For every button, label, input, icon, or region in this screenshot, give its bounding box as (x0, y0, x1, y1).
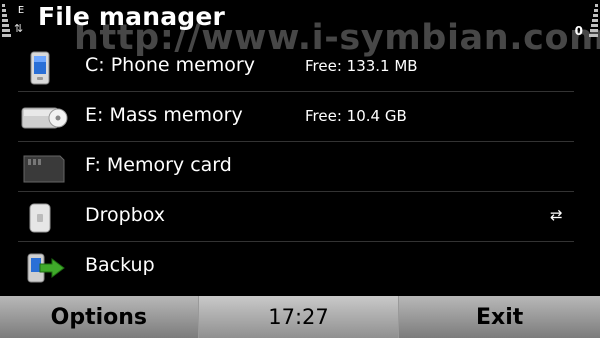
options-button[interactable]: Options (0, 296, 198, 338)
drive-label: F: Memory card (85, 154, 232, 176)
list-item-dropbox[interactable]: Dropbox ⇄ (0, 192, 600, 242)
drive-label: Backup (85, 254, 155, 276)
free-space: Free: 133.1 MB (305, 57, 418, 75)
list-item-mass-memory[interactable]: E: Mass memory Free: 10.4 GB (0, 92, 600, 142)
list-item-backup[interactable]: Backup (0, 242, 600, 292)
battery-icon (588, 4, 598, 38)
list-item-phone-memory[interactable]: C: Phone memory Free: 133.1 MB (0, 42, 600, 92)
memory-card-icon (20, 150, 68, 186)
drive-label: C: Phone memory (85, 54, 255, 76)
backup-icon (20, 250, 68, 286)
list-item-memory-card[interactable]: F: Memory card (0, 142, 600, 192)
data-transfer-icon: ⇅ (14, 22, 24, 35)
drive-label: E: Mass memory (85, 104, 243, 126)
battery-level-text: 0 (574, 24, 583, 38)
network-mode-indicator: E (17, 5, 25, 16)
drive-list: C: Phone memory Free: 133.1 MB E: Mass m… (0, 42, 600, 292)
exit-button[interactable]: Exit (398, 296, 600, 338)
title-bar: E ⇅ http://www.i-symbian.com File manage… (0, 0, 600, 58)
drive-label: Dropbox (85, 204, 166, 226)
signal-strength-icon (2, 4, 14, 38)
dropbox-icon (20, 200, 68, 236)
phone-memory-icon (20, 50, 68, 86)
page-title: File manager (38, 2, 226, 31)
mass-memory-icon (20, 100, 68, 136)
free-space: Free: 10.4 GB (305, 107, 407, 125)
softkey-bar: Options 17:27 Exit (0, 296, 600, 338)
clock: 17:27 (197, 296, 399, 338)
sync-icon: ⇄ (550, 206, 563, 224)
